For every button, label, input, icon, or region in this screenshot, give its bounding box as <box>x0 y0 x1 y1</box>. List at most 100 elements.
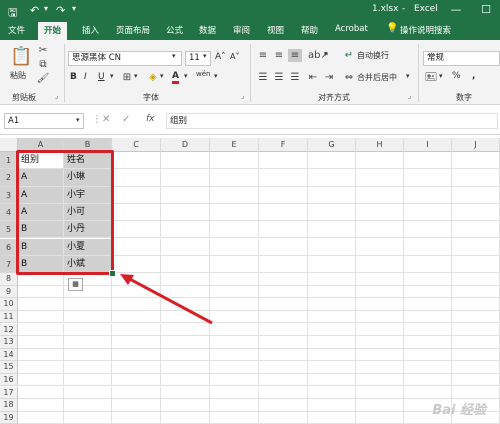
cell[interactable] <box>64 323 112 337</box>
cell[interactable] <box>161 238 210 256</box>
cell[interactable] <box>64 361 112 374</box>
cell[interactable] <box>18 310 64 324</box>
worksheet-grid[interactable]: ABCDEFGHIJ 1 2 3 4 5 6 7 8 9 10 11 12 13 14 15 16 17 18 19… <box>0 138 500 424</box>
fill-handle[interactable] <box>109 270 116 278</box>
cut-icon[interactable]: ✂ <box>36 44 50 57</box>
cell[interactable] <box>18 386 64 400</box>
tab-file[interactable]: 文件 <box>8 24 25 36</box>
cell[interactable] <box>308 285 356 299</box>
row-header[interactable]: 9 <box>0 285 18 299</box>
tab-help[interactable]: 帮助 <box>301 24 318 36</box>
decrease-indent-icon[interactable]: ⇤ <box>306 71 320 84</box>
paste-icon[interactable]: 📋 <box>10 46 32 68</box>
cell[interactable] <box>452 298 500 311</box>
cell[interactable] <box>356 273 404 286</box>
cell[interactable] <box>259 255 308 274</box>
chevron-down-icon[interactable]: ▾ <box>134 72 138 80</box>
increase-indent-icon[interactable]: ⇥ <box>322 71 336 84</box>
cell[interactable] <box>356 238 404 256</box>
chevron-down-icon[interactable]: ▾ <box>214 72 218 80</box>
row-header[interactable]: 11 <box>0 310 18 324</box>
cell[interactable] <box>452 273 500 286</box>
cell[interactable] <box>452 152 500 170</box>
cell[interactable] <box>112 221 161 239</box>
cell[interactable] <box>259 298 308 311</box>
chevron-down-icon[interactable]: ▾ <box>172 52 176 60</box>
cell[interactable] <box>259 348 308 362</box>
cell[interactable] <box>259 373 308 387</box>
row-header[interactable]: 12 <box>0 323 18 337</box>
cell[interactable] <box>210 361 259 374</box>
font-color-icon[interactable]: A <box>172 71 179 84</box>
cell[interactable] <box>308 255 356 274</box>
fill-color-icon[interactable]: ◈ <box>146 71 160 84</box>
column-header[interactable]: I <box>404 138 452 152</box>
cell[interactable] <box>308 221 356 239</box>
align-left-icon[interactable]: ☰ <box>256 71 270 84</box>
cell[interactable] <box>308 310 356 324</box>
cell[interactable] <box>404 186 452 204</box>
cell[interactable] <box>356 169 404 187</box>
cell[interactable] <box>452 348 500 362</box>
italic-button[interactable]: I <box>84 72 87 82</box>
cell[interactable] <box>452 285 500 299</box>
cell[interactable] <box>308 348 356 362</box>
cell[interactable] <box>210 373 259 387</box>
cell[interactable] <box>112 348 161 362</box>
row-header[interactable]: 17 <box>0 386 18 400</box>
column-header[interactable]: D <box>161 138 210 152</box>
copy-icon[interactable]: ⧉ <box>36 58 50 71</box>
formula-input[interactable]: 组别 <box>166 113 498 129</box>
cell[interactable] <box>18 411 64 424</box>
cell[interactable] <box>356 411 404 424</box>
borders-icon[interactable]: ⊞ <box>120 71 134 84</box>
cell[interactable] <box>161 221 210 239</box>
chevron-down-icon[interactable]: ▾ <box>406 72 410 80</box>
column-header[interactable]: G <box>308 138 356 152</box>
cell[interactable] <box>112 399 161 412</box>
tell-me-search[interactable]: 操作说明搜索 <box>400 24 451 36</box>
cell[interactable] <box>210 386 259 400</box>
cell[interactable] <box>210 411 259 424</box>
row-header[interactable]: 14 <box>0 348 18 362</box>
undo-icon[interactable]: ↶ <box>30 4 39 17</box>
cell[interactable] <box>64 336 112 349</box>
phonetic-guide-icon[interactable]: wén <box>196 70 210 78</box>
column-header[interactable]: C <box>112 138 161 152</box>
cell[interactable] <box>161 411 210 424</box>
cell[interactable] <box>18 298 64 311</box>
cell[interactable] <box>112 336 161 349</box>
cell[interactable] <box>161 336 210 349</box>
cell[interactable] <box>452 186 500 204</box>
alignment-launcher-icon[interactable]: ⌟ <box>408 92 411 100</box>
cell[interactable] <box>210 169 259 187</box>
minimize-icon[interactable]: — <box>444 0 468 20</box>
clipboard-launcher-icon[interactable]: ⌟ <box>55 92 58 100</box>
cell[interactable] <box>18 323 64 337</box>
cell[interactable] <box>161 152 210 170</box>
font-size-select[interactable]: 11 <box>185 51 211 66</box>
chevron-down-icon[interactable]: ▾ <box>76 116 80 124</box>
column-header[interactable]: J <box>452 138 500 152</box>
cell[interactable] <box>161 203 210 222</box>
wrap-text-icon[interactable]: ↵ <box>342 49 356 62</box>
cell[interactable] <box>64 348 112 362</box>
cell[interactable] <box>112 373 161 387</box>
cell[interactable] <box>161 386 210 400</box>
cell[interactable] <box>259 285 308 299</box>
cell[interactable] <box>308 336 356 349</box>
column-header[interactable]: E <box>210 138 259 152</box>
chevron-down-icon[interactable]: ▾ <box>439 72 443 80</box>
chevron-down-icon[interactable]: ▾ <box>160 72 164 80</box>
cell[interactable] <box>210 186 259 204</box>
row-header[interactable]: 8 <box>0 273 18 286</box>
number-format-select[interactable]: 常规 <box>423 51 500 66</box>
cell[interactable] <box>210 348 259 362</box>
cell[interactable] <box>64 373 112 387</box>
cell[interactable] <box>210 221 259 239</box>
cell[interactable] <box>404 285 452 299</box>
cell[interactable] <box>308 152 356 170</box>
cell[interactable] <box>308 298 356 311</box>
cell[interactable] <box>356 310 404 324</box>
cell[interactable] <box>18 373 64 387</box>
